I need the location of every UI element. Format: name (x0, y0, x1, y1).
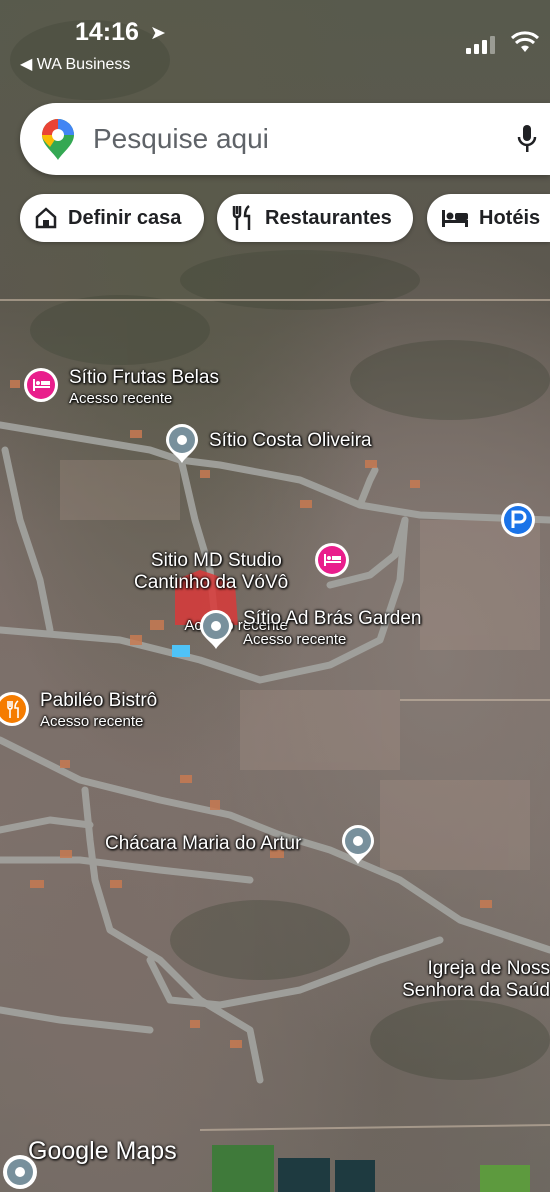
search-input[interactable]: Pesquise aqui (93, 123, 269, 155)
place-costa-oliveira[interactable]: Sítio Costa Oliveira (209, 430, 372, 452)
microphone-icon[interactable] (517, 124, 537, 154)
chip-restaurantes[interactable]: Restaurantes (217, 194, 413, 242)
place-name: Pabiléo Bistrô (40, 690, 158, 711)
pin-marker-icon[interactable] (340, 823, 376, 865)
pin-marker-icon[interactable] (164, 422, 200, 464)
clock-time: 14:16 (75, 18, 139, 46)
chip-hoteis[interactable]: Hotéis (427, 194, 550, 242)
place-subtitle: Acesso recente (40, 713, 144, 730)
wifi-icon (510, 31, 540, 52)
google-maps-watermark: Google Maps (28, 1137, 177, 1165)
place-igreja[interactable]: Igreja de Noss Senhora da Saúd (395, 936, 550, 1002)
pin-marker-icon[interactable] (198, 608, 234, 650)
place-name: Sítio Ad Brás Garden (243, 608, 422, 629)
hotel-icon (441, 208, 469, 228)
back-to-app-link[interactable]: ◀ WA Business (20, 54, 130, 74)
location-arrow-icon: ➤ (150, 23, 166, 44)
place-subtitle: Acesso recente (243, 631, 347, 648)
cellular-signal-icon (466, 36, 496, 54)
home-icon (34, 206, 58, 230)
chip-definir-casa[interactable]: Definir casa (20, 194, 204, 242)
hotel-marker-icon[interactable] (23, 367, 59, 403)
place-name: Sítio Frutas Belas (69, 367, 219, 388)
place-frutas-belas[interactable]: Sítio Frutas Belas Acesso recente (69, 367, 219, 409)
place-name: Igreja de Noss Senhora da Saúd (402, 958, 550, 1001)
parking-marker-icon[interactable] (500, 502, 536, 538)
search-bar[interactable]: Pesquise aqui (20, 103, 550, 175)
google-maps-pin-icon (42, 119, 74, 160)
place-pabileo-bistro[interactable]: Pabiléo Bistrô Acesso recente (40, 690, 157, 732)
place-name: Sítio Costa Oliveira (209, 430, 372, 451)
place-ad-bras-garden[interactable]: Sítio Ad Brás Garden Acesso recente (243, 608, 422, 650)
hotel-marker-icon[interactable] (314, 542, 350, 578)
chip-label: Definir casa (68, 206, 182, 229)
status-bar: 14:16 ➤ ◀ WA Business (0, 0, 550, 80)
place-name: Chácara Maria do Artur (105, 833, 302, 854)
place-subtitle: Acesso recente (69, 390, 173, 407)
place-name: Sitio MD Studio Cantinho da VóVô (134, 550, 289, 593)
chip-label: Hotéis (479, 206, 541, 229)
chip-label: Restaurantes (265, 206, 392, 229)
restaurant-icon (231, 205, 255, 231)
restaurant-marker-icon[interactable] (0, 691, 30, 727)
place-chacara-maria-do-artur[interactable]: Chácara Maria do Artur (105, 833, 301, 855)
